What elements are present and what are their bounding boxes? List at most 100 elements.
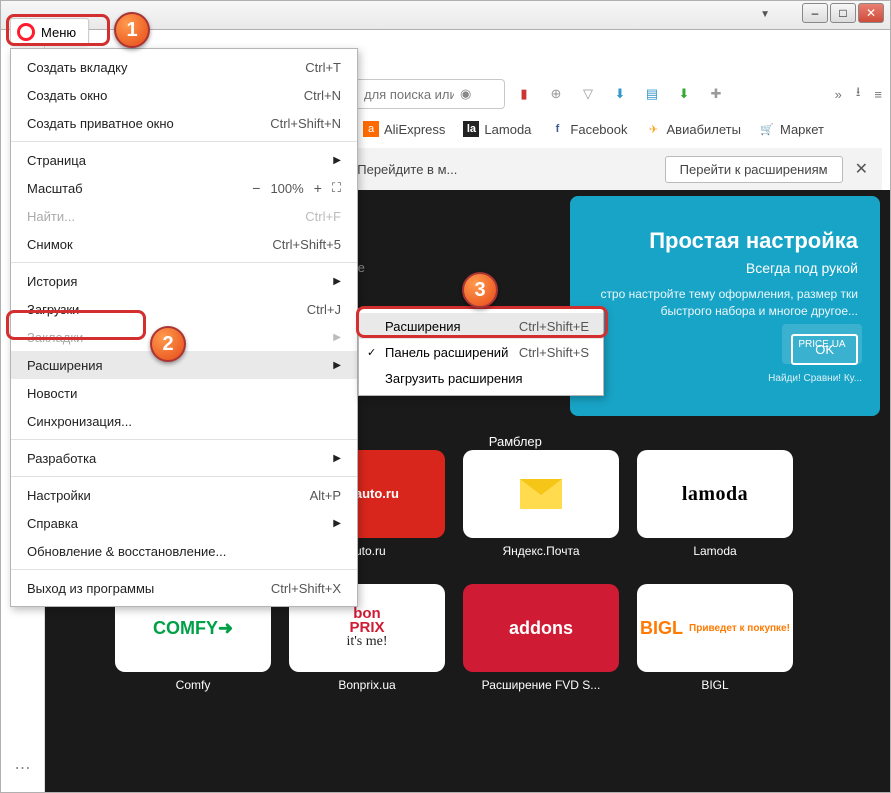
tile-lamoda[interactable]: lamoda Lamoda — [637, 450, 793, 558]
menu-shortcut: Ctrl+Shift+S — [519, 345, 589, 360]
menu-shortcut: Ctrl+J — [307, 302, 341, 317]
tile-caption: Яндекс.Почта — [502, 544, 579, 558]
check-icon: ✓ — [367, 346, 376, 359]
menu-label: Создать окно — [27, 88, 107, 103]
search-input[interactable] — [364, 87, 454, 102]
menu-new-private[interactable]: Создать приватное окноCtrl+Shift+N — [11, 109, 357, 137]
bookmark-label: Авиабилеты — [667, 122, 741, 137]
notification-close-icon[interactable]: ✕ — [855, 159, 868, 179]
window-minimize-button[interactable]: – — [802, 3, 828, 23]
menu-update[interactable]: Обновление & восстановление... — [11, 537, 357, 565]
lamoda-icon: la — [463, 121, 479, 137]
menu-label: Страница — [27, 153, 86, 168]
menu-label: Обновление & восстановление... — [27, 544, 226, 559]
facebook-icon: f — [549, 121, 565, 137]
menu-label: Панель расширений — [385, 345, 508, 360]
window-close-button[interactable]: ✕ — [858, 3, 884, 23]
title-dropdown-icon[interactable]: ▼ — [760, 9, 770, 20]
annotation-marker-1: 1 — [114, 12, 150, 48]
zoom-value: 100% — [270, 181, 303, 196]
tile-caption: Lamoda — [693, 544, 736, 558]
menu-exit[interactable]: Выход из программыCtrl+Shift+X — [11, 574, 357, 602]
cart-icon: 🛒 — [759, 121, 775, 137]
submenu-arrow-icon: ▶ — [333, 453, 341, 464]
menu-shortcut: Ctrl+Shift+5 — [272, 237, 341, 252]
adblock-icon[interactable]: ▮ — [515, 85, 533, 103]
bookmark-facebook[interactable]: f Facebook — [549, 121, 627, 137]
menu-label: Найти... — [27, 209, 75, 224]
tile-bigl[interactable]: BIGL Приведет к покупке! BIGL — [637, 584, 793, 692]
annotation-marker-2: 2 — [150, 326, 186, 362]
addons-logo: addons — [463, 584, 619, 672]
tile-fvd[interactable]: addons Расширение FVD S... — [463, 584, 619, 692]
submenu-arrow-icon: ▶ — [333, 276, 341, 287]
bookmark-label: Lamoda — [484, 122, 531, 137]
easy-setup-icon[interactable]: ≡ — [874, 87, 882, 102]
bookmark-market[interactable]: 🛒Маркет — [759, 121, 824, 137]
submenu-arrow-icon: ▶ — [333, 518, 341, 529]
savefrom-icon[interactable]: ⬇ — [675, 85, 693, 103]
menu-separator — [11, 439, 357, 440]
menu-shortcut: Ctrl+Shift+N — [270, 116, 341, 131]
comfy-logo: COMFY➜ — [153, 618, 233, 639]
opera-icon — [17, 23, 35, 41]
menu-history[interactable]: История▶ — [11, 267, 357, 295]
menu-develop[interactable]: Разработка▶ — [11, 444, 357, 472]
download-icon[interactable]: ⬇ — [611, 85, 629, 103]
submenu-download-extensions[interactable]: Загрузить расширения — [359, 365, 603, 391]
menu-label: Синхронизация... — [27, 414, 132, 429]
menu-new-window[interactable]: Создать окноCtrl+N — [11, 81, 357, 109]
menu-page[interactable]: Страница ▶ — [11, 146, 357, 174]
window-maximize-button[interactable]: □ — [830, 3, 856, 23]
menu-label: Выход из программы — [27, 581, 154, 596]
downloads-tray-icon[interactable]: ⭳ — [856, 83, 861, 105]
more-icon[interactable]: ⋯ — [11, 756, 35, 780]
zoom-out-button[interactable]: − — [252, 180, 260, 196]
price-tile[interactable]: PRICE.UA — [782, 324, 862, 364]
menu-snapshot[interactable]: СнимокCtrl+Shift+5 — [11, 230, 357, 258]
submenu-arrow-icon: ▶ — [333, 155, 341, 166]
overflow-icon[interactable]: » — [835, 87, 842, 102]
puzzle-icon[interactable]: ✚ — [707, 85, 725, 103]
easy-setup-subtitle: Всегда под рукой — [592, 260, 858, 276]
tile-caption: BIGL — [701, 678, 728, 692]
goto-extensions-button[interactable]: Перейти к расширениям — [665, 156, 843, 183]
aliexpress-icon: a — [363, 121, 379, 137]
globe-icon[interactable]: ⊕ — [547, 85, 565, 103]
shield-icon[interactable]: ▽ — [579, 85, 597, 103]
fullscreen-icon[interactable]: ⛶ — [332, 180, 341, 196]
submenu-extensions[interactable]: РасширенияCtrl+Shift+E — [359, 313, 603, 339]
submenu-extensions-panel[interactable]: ✓ Панель расширений Ctrl+Shift+S — [359, 339, 603, 365]
camera-icon[interactable]: ◉ — [460, 86, 471, 102]
lamoda-logo: lamoda — [682, 483, 748, 506]
menu-separator — [11, 141, 357, 142]
menu-downloads[interactable]: ЗагрузкиCtrl+J — [11, 295, 357, 323]
bookmark-label: Facebook — [570, 122, 627, 137]
menu-help[interactable]: Справка▶ — [11, 509, 357, 537]
annotation-marker-3: 3 — [462, 272, 498, 308]
menu-new-tab[interactable]: Создать вкладкуCtrl+T — [11, 53, 357, 81]
zoom-in-button[interactable]: + — [314, 180, 322, 196]
translate-icon[interactable]: ▤ — [643, 85, 661, 103]
search-box[interactable]: ◉ — [355, 79, 505, 109]
menu-extensions[interactable]: Расширения▶ — [11, 351, 357, 379]
menu-shortcut: Ctrl+F — [305, 209, 341, 224]
bigl-logo: BIGL — [640, 618, 683, 639]
bigl-tagline: Приведет к покупке! — [689, 623, 790, 634]
tile-yandex-mail[interactable]: Яндекс.Почта — [463, 450, 619, 558]
plane-icon: ✈ — [646, 121, 662, 137]
menu-zoom[interactable]: Масштаб−100%+⛶ — [11, 174, 357, 202]
tile-caption: Расширение FVD S... — [482, 678, 601, 692]
bookmark-lamoda[interactable]: la Lamoda — [463, 121, 531, 137]
menu-settings[interactable]: Настройки Alt+P — [11, 481, 357, 509]
menu-label: Настройки — [27, 488, 91, 503]
opera-menu-button[interactable]: Меню — [10, 18, 89, 46]
bookmark-aviabilety[interactable]: ✈ Авиабилеты — [646, 121, 741, 137]
menu-separator — [11, 476, 357, 477]
easy-setup-panel: Простая настройка Всегда под рукой стро … — [570, 196, 880, 416]
menu-sync[interactable]: Синхронизация... — [11, 407, 357, 435]
mail-envelope-icon — [520, 479, 562, 509]
bookmark-aliexpress[interactable]: aAliExpress — [363, 121, 445, 137]
menu-news[interactable]: Новости — [11, 379, 357, 407]
menu-shortcut: Alt+P — [310, 488, 341, 503]
